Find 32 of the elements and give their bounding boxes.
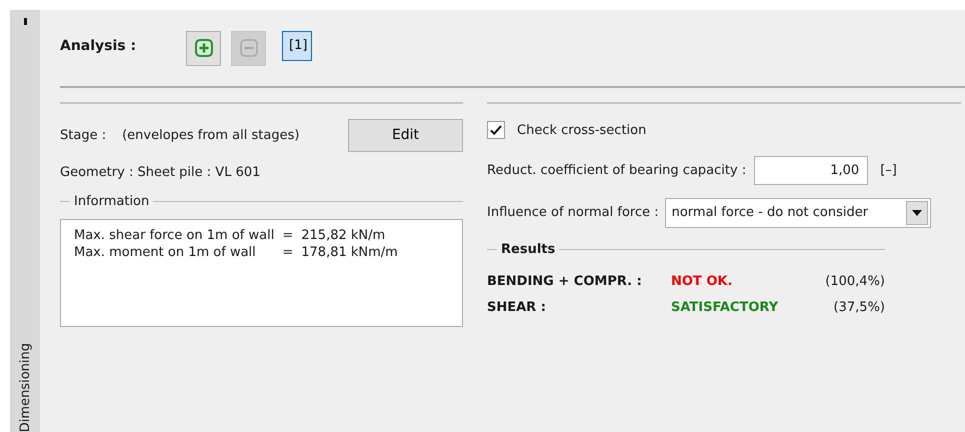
grip-icon	[24, 18, 26, 25]
result-label: SHEAR :	[487, 300, 547, 315]
equals-sign: =	[282, 227, 294, 244]
minus-icon	[240, 39, 258, 57]
unit-label: [–]	[880, 162, 897, 178]
stage-label: Stage :	[60, 128, 106, 142]
info-label: Max. moment on 1m of wall	[74, 244, 257, 261]
reduction-label: Reduct. coefficient of bearing capacity :	[487, 162, 746, 178]
result-status: SATISFACTORY	[671, 300, 780, 315]
info-label: Max. shear force on 1m of wall	[74, 227, 274, 244]
geometry-text: Geometry : Sheet pile : VL 601	[60, 164, 260, 180]
info-value: 178,81 kNm/m	[301, 244, 398, 261]
stage-button[interactable]: [1]	[282, 30, 312, 60]
add-button[interactable]	[186, 30, 221, 66]
results-title: Results	[501, 242, 556, 257]
edit-button[interactable]: Edit	[348, 118, 463, 152]
information-title: Information	[74, 194, 150, 209]
analysis-label: Analysis :	[60, 38, 138, 54]
checkbox[interactable]	[487, 121, 505, 139]
normal-force-label: Influence of normal force :	[487, 205, 659, 220]
result-label: BENDING + COMPR. :	[487, 274, 643, 289]
info-value: 215,82 kN/m	[301, 227, 386, 244]
stage-value: (envelopes from all stages)	[122, 128, 300, 142]
dropdown[interactable]: normal force - do not consider	[664, 198, 931, 228]
result-percent: (37,5%)	[832, 300, 885, 315]
equals-sign: =	[282, 244, 294, 261]
result-status: NOT OK.	[671, 274, 734, 289]
side-tab[interactable]: Dimensioning	[10, 10, 40, 432]
checkbox-label: Check cross-section	[517, 122, 646, 138]
plus-icon	[194, 39, 212, 57]
input-field[interactable]: 1,00	[754, 156, 868, 184]
result-percent: (100,4%)	[824, 274, 885, 289]
